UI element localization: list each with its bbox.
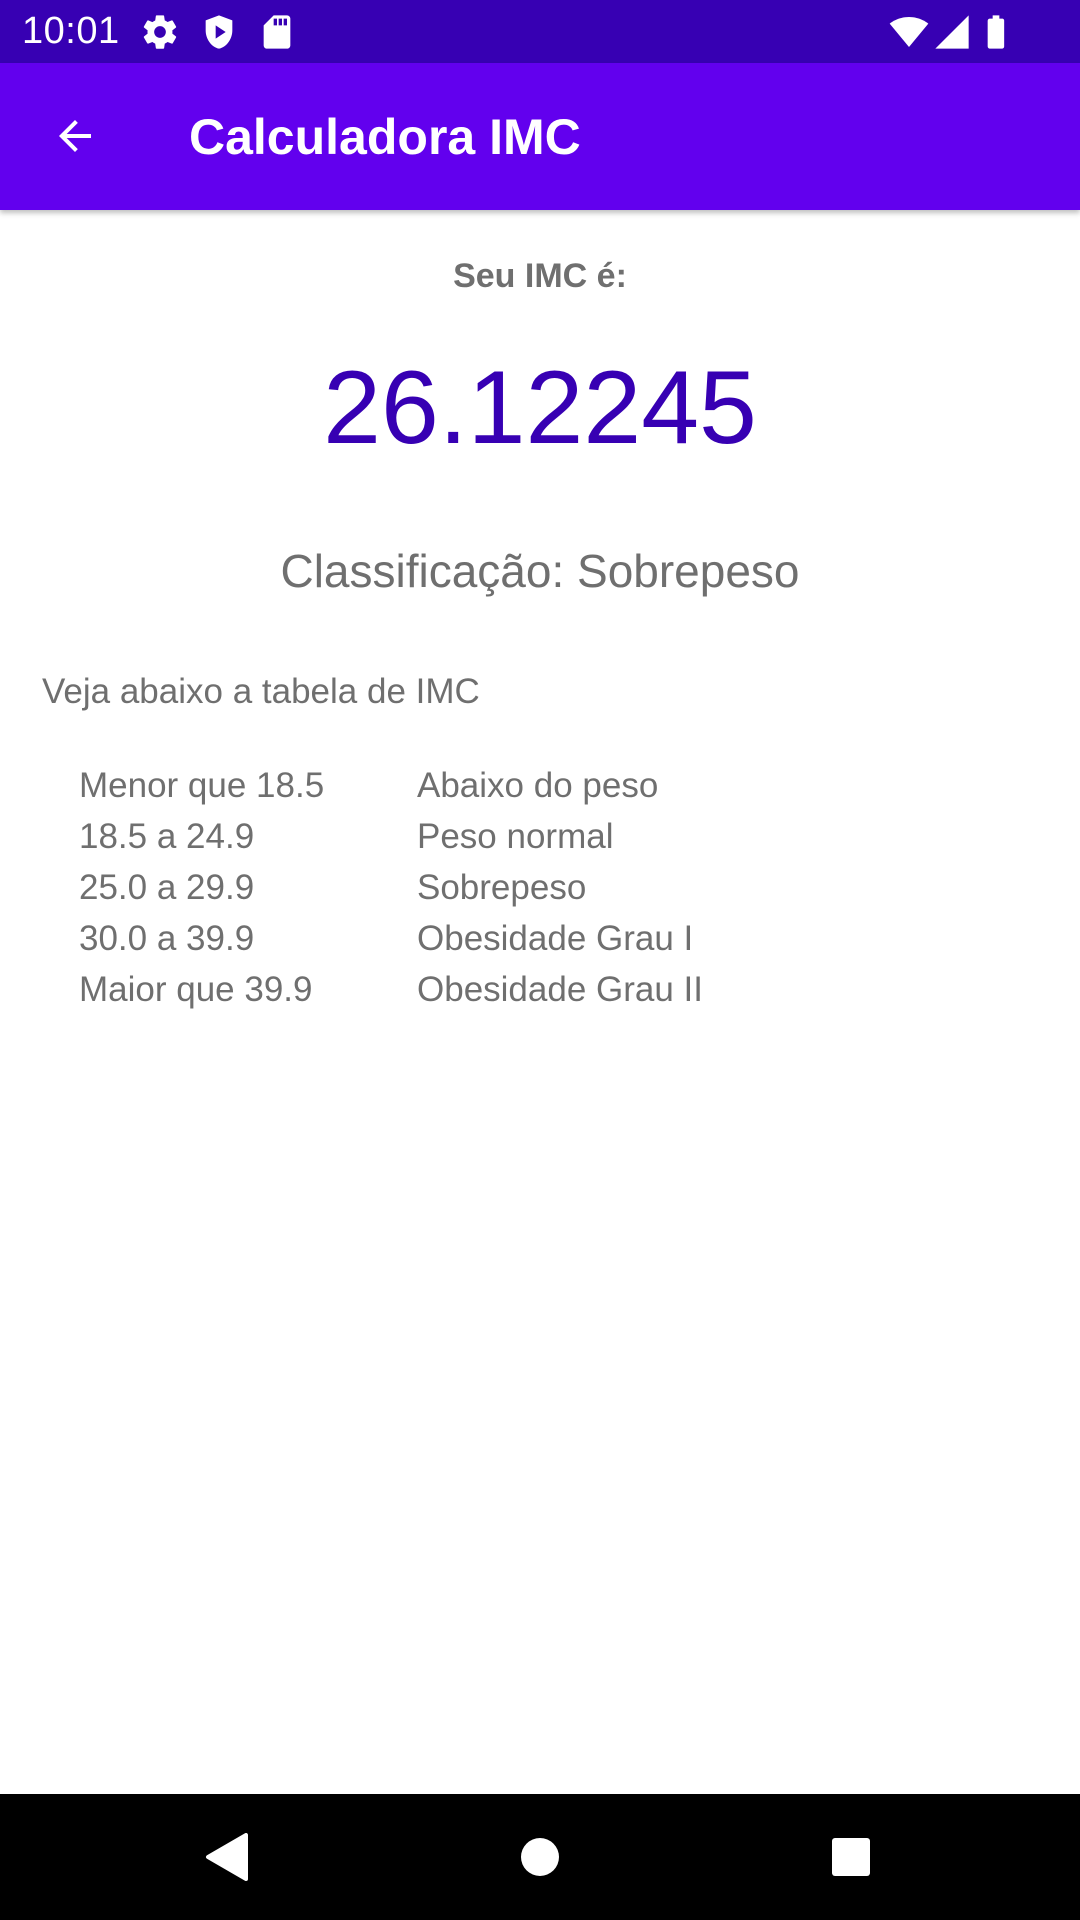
nav-recents-button[interactable]	[818, 1824, 884, 1890]
sd-card-icon	[257, 12, 297, 52]
main-content: Seu IMC é: 26.12245 Classificação: Sobre…	[0, 210, 1080, 1794]
table-row: 18.5 a 24.9 Peso normal	[79, 815, 779, 866]
table-row: 30.0 a 39.9 Obesidade Grau I	[79, 917, 779, 968]
back-button[interactable]	[30, 91, 120, 181]
table-row: Maior que 39.9 Obesidade Grau II	[79, 968, 779, 1019]
imc-range: 30.0 a 39.9	[79, 919, 255, 958]
imc-classification: Obesidade Grau I	[417, 919, 694, 958]
wifi-icon	[889, 12, 929, 52]
classification-text: Classificação: Sobrepeso	[280, 545, 800, 597]
table-row: Menor que 18.5 Abaixo do peso	[79, 764, 779, 815]
imc-range: 25.0 a 29.9	[79, 868, 255, 907]
recents-square-icon	[832, 1838, 870, 1876]
page-title: Calculadora IMC	[189, 109, 581, 165]
gear-icon	[140, 12, 180, 52]
battery-icon	[976, 12, 1016, 52]
status-time: 10:01	[22, 10, 120, 52]
signal-icon	[932, 12, 972, 52]
imc-value: 26.12245	[323, 350, 757, 466]
app-bar: Calculadora IMC	[0, 63, 1080, 210]
arrow-left-icon	[59, 120, 91, 152]
imc-classification: Abaixo do peso	[417, 766, 659, 805]
table-row: 25.0 a 29.9 Sobrepeso	[79, 866, 779, 917]
imc-label: Seu IMC é:	[453, 257, 627, 295]
imc-range: Maior que 39.9	[79, 970, 313, 1009]
home-circle-icon	[521, 1838, 559, 1876]
imc-range: Menor que 18.5	[79, 766, 325, 805]
imc-classification: Peso normal	[417, 817, 614, 856]
imc-table: Menor que 18.5 Abaixo do peso 18.5 a 24.…	[79, 764, 779, 1019]
nav-home-button[interactable]	[507, 1824, 573, 1890]
status-bar: 10:01	[0, 0, 1080, 63]
nav-back-button[interactable]	[193, 1824, 259, 1890]
back-triangle-icon	[206, 1833, 248, 1881]
imc-classification: Sobrepeso	[417, 868, 587, 907]
imc-classification: Obesidade Grau II	[417, 970, 703, 1009]
imc-range: 18.5 a 24.9	[79, 817, 255, 856]
table-intro: Veja abaixo a tabela de IMC	[42, 672, 480, 711]
shield-icon	[199, 12, 239, 52]
navigation-bar	[0, 1794, 1080, 1920]
